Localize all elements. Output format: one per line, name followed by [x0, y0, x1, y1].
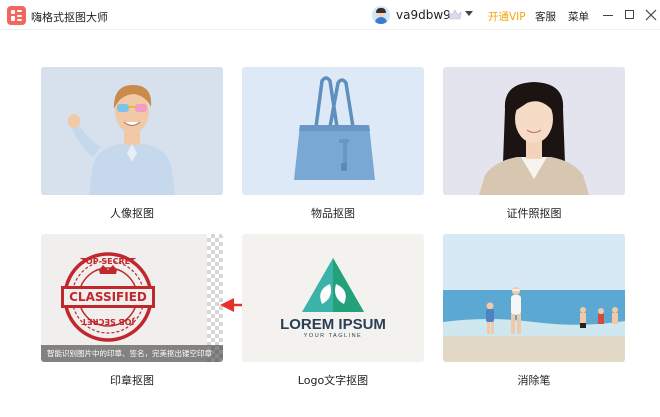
chevron-down-icon[interactable] [465, 11, 473, 16]
eraser-thumbnail [443, 234, 625, 362]
vip-badge-icon [448, 9, 462, 20]
menu-link[interactable]: 菜单 [568, 9, 589, 24]
logo-thumbnail: LOREM IPSUM YOUR TAGLINE [242, 234, 424, 362]
username[interactable]: va9dbw9 [396, 8, 451, 22]
logo-photo-icon [302, 258, 364, 312]
title-bar: 嗨格式抠图大师 va9dbw9 开通VIP 客服 菜单 [0, 0, 660, 30]
maximize-button[interactable] [621, 6, 639, 24]
customer-service-link[interactable]: 客服 [535, 9, 556, 24]
stamp-center-text: CLASSIFIED [69, 290, 147, 304]
id-photo-icon [479, 82, 589, 195]
minimize-button[interactable] [599, 6, 617, 24]
app-title: 嗨格式抠图大师 [31, 11, 108, 24]
beach-photo-icon [443, 234, 625, 362]
user-avatar[interactable] [372, 6, 390, 24]
handbag-photo-icon [294, 76, 375, 180]
logo-title: LOREM IPSUM [280, 316, 386, 333]
card-label: 物品抠图 [311, 207, 355, 220]
close-button[interactable] [642, 6, 660, 24]
open-vip-link[interactable]: 开通VIP [488, 9, 526, 24]
portrait-thumbnail [41, 67, 223, 195]
portrait-photo-icon [68, 85, 175, 195]
stamp-top-text: TOP SECRET [80, 257, 136, 266]
card-label: 人像抠图 [110, 207, 154, 220]
stamp-bottom-text: JOB SECRET [81, 317, 135, 326]
card-label: 消除笔 [517, 374, 551, 387]
stamp-caption: 智能识别图片中的印章、签名，完美抠出镂空印章 [41, 345, 223, 362]
logo-tagline: YOUR TAGLINE [303, 333, 363, 339]
maximize-icon [625, 10, 634, 19]
id-photo-thumbnail [443, 67, 625, 195]
card-label: 印章抠图 [110, 374, 154, 387]
card-label: 证件照抠图 [506, 207, 562, 220]
app-logo-icon [7, 6, 26, 25]
card-label: Logo文字抠图 [297, 374, 369, 387]
close-icon [645, 9, 657, 21]
object-thumbnail [242, 67, 424, 195]
minimize-icon [603, 15, 613, 16]
stamp-thumbnail: TOP SECRET CLASSIFIED JOB SECRET 智能识别图片中… [41, 234, 223, 362]
